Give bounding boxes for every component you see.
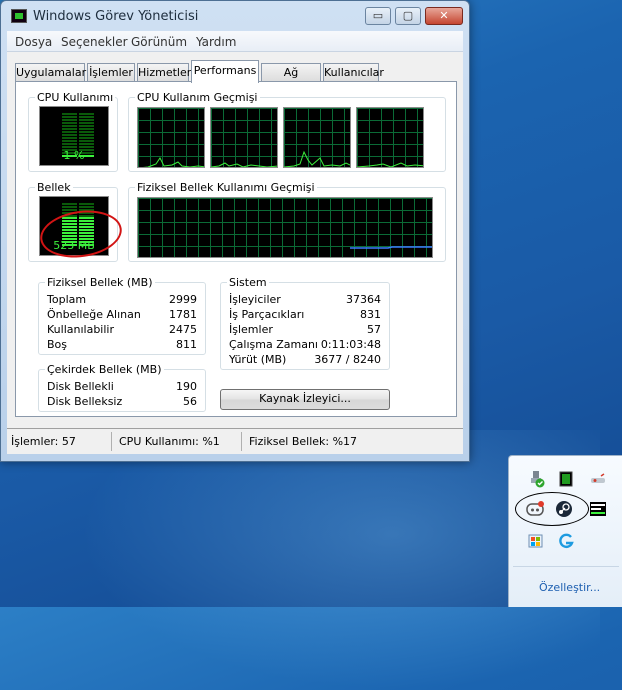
physical-memory-group: Fiziksel Bellek (MB) Toplam 2999 Önbelle…	[38, 276, 206, 355]
system-value-processes: 57	[367, 323, 381, 336]
usb-safely-remove-icon[interactable]	[527, 470, 545, 488]
logitech-g-icon[interactable]	[557, 532, 575, 550]
tab-networking[interactable]: Ağ İletişimi	[261, 63, 321, 96]
status-processes: İşlemler: 57	[11, 435, 76, 448]
tray-overflow-flyout: Özelleştir...	[508, 455, 622, 607]
kernel-memory-value-paged: 190	[176, 380, 197, 393]
system-label-handles: İşleyiciler	[229, 293, 281, 306]
system-group: Sistem İşleyiciler 37364 İş Parçacıkları…	[220, 276, 390, 370]
system-label-threads: İş Parçacıkları	[229, 308, 305, 321]
cpu-usage-value: 1 %	[63, 149, 85, 162]
black-annotation-circle	[515, 492, 589, 526]
windows-update-icon[interactable]	[527, 532, 545, 550]
physical-memory-label-available: Kullanılabilir	[47, 323, 114, 336]
menu-help[interactable]: Yardım	[196, 35, 236, 49]
kernel-memory-label-paged: Disk Bellekli	[47, 380, 114, 393]
cpu-usage-meter: 1 %	[39, 106, 109, 166]
system-title: Sistem	[227, 276, 269, 289]
menu-bar: Dosya Seçenekler Görünüm Yardım	[7, 31, 463, 52]
tab-processes[interactable]: İşlemler	[87, 63, 135, 82]
cpu-history-graph-core-1	[137, 107, 205, 168]
physical-memory-label-cached: Önbelleğe Alınan	[47, 308, 141, 321]
cpu-history-title: CPU Kullanım Geçmişi	[135, 91, 260, 104]
customize-link[interactable]: Özelleştir...	[539, 581, 600, 594]
status-memory: Fiziksel Bellek: %17	[249, 435, 358, 448]
physical-memory-value-total: 2999	[169, 293, 197, 306]
physical-memory-label-free: Boş	[47, 338, 68, 351]
physical-memory-value-free: 811	[176, 338, 197, 351]
physical-memory-value-available: 2475	[169, 323, 197, 336]
tray-divider	[513, 566, 619, 567]
tab-performance[interactable]: Performans	[191, 60, 259, 83]
task-manager-icon[interactable]	[557, 470, 575, 488]
menu-file[interactable]: Dosya	[15, 35, 52, 49]
physical-memory-label-total: Toplam	[47, 293, 87, 306]
memory-history-group: Fiziksel Bellek Kullanımı Geçmişi	[128, 181, 446, 262]
kernel-memory-value-nonpaged: 56	[183, 395, 197, 408]
cpu-usage-group: CPU Kullanımı 1 %	[28, 91, 118, 172]
system-label-uptime: Çalışma Zamanı	[229, 338, 318, 351]
close-button[interactable]: ✕	[425, 7, 463, 25]
memory-history-title: Fiziksel Bellek Kullanımı Geçmişi	[135, 181, 317, 194]
physical-memory-value-cached: 1781	[169, 308, 197, 321]
maximize-button[interactable]: ▢	[395, 7, 421, 25]
physical-memory-title: Fiziksel Bellek (MB)	[45, 276, 155, 289]
cpu-history-graph-core-4	[356, 107, 424, 168]
system-value-threads: 831	[360, 308, 381, 321]
system-label-processes: İşlemler	[229, 323, 273, 336]
cpu-history-graph-core-2	[210, 107, 278, 168]
menu-options[interactable]: Seçenekler	[61, 35, 128, 49]
cpu-history-group: CPU Kullanım Geçmişi	[128, 91, 446, 172]
system-label-commit: Yürüt (MB)	[229, 353, 287, 366]
tab-applications[interactable]: Uygulamalar	[15, 63, 86, 82]
kernel-memory-title: Çekirdek Bellek (MB)	[45, 363, 164, 376]
resource-monitor-button[interactable]: Kaynak İzleyici...	[220, 389, 390, 410]
system-value-commit: 3677 / 8240	[314, 353, 381, 366]
cpu-usage-title: CPU Kullanımı	[35, 91, 116, 104]
meter-icon[interactable]	[589, 500, 607, 518]
minimize-button[interactable]: ▭	[365, 7, 391, 25]
task-manager-app-icon	[11, 9, 27, 23]
tab-users[interactable]: Kullanıcılar	[323, 63, 384, 82]
system-value-handles: 37364	[346, 293, 381, 306]
window-title: Windows Görev Yöneticisi	[33, 9, 199, 24]
status-bar: İşlemler: 57 CPU Kullanımı: %1 Fiziksel …	[7, 428, 463, 454]
system-value-uptime: 0:11:03:48	[320, 338, 381, 351]
network-icon[interactable]	[589, 470, 607, 488]
status-cpu: CPU Kullanımı: %1	[119, 435, 220, 448]
title-bar[interactable]: Windows Görev Yöneticisi ▭ ▢ ✕	[1, 1, 469, 31]
cpu-history-graph-core-3	[283, 107, 351, 168]
memory-history-graph	[137, 197, 433, 258]
menu-view[interactable]: Görünüm	[131, 35, 187, 49]
tab-services[interactable]: Hizmetler	[137, 63, 191, 82]
kernel-memory-group: Çekirdek Bellek (MB) Disk Bellekli 190 D…	[38, 363, 206, 412]
kernel-memory-label-nonpaged: Disk Belleksiz	[47, 395, 123, 408]
memory-title: Bellek	[35, 181, 73, 194]
